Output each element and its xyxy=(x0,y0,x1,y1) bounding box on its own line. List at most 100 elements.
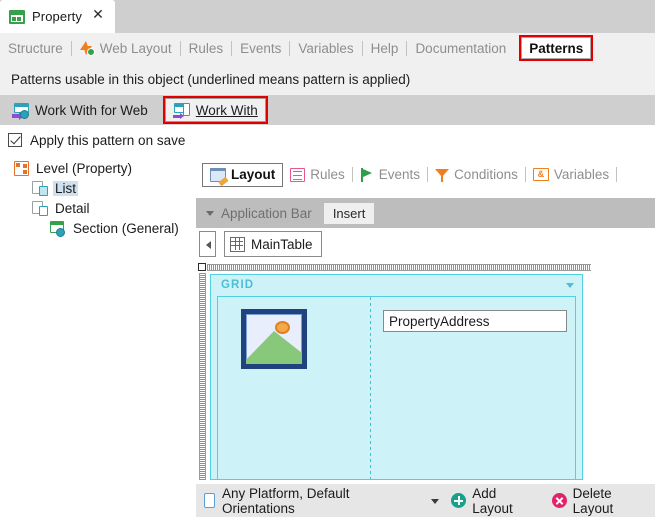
add-layout-label: Add Layout xyxy=(472,485,513,516)
document-tab-strip: Property ✕ xyxy=(0,0,655,33)
pattern-chooser-bar: Work With for Web Work With xyxy=(0,95,655,125)
rules-icon xyxy=(290,167,306,182)
node-list-icon xyxy=(32,180,48,196)
apply-on-save-label: Apply this pattern on save xyxy=(30,132,186,148)
tab-variables[interactable]: Variables xyxy=(290,33,361,63)
design-canvas: GRID PropertyAddress xyxy=(196,262,655,484)
delete-layout-label: Delete Layout xyxy=(572,485,614,516)
tab-web-layout-label: Web Layout xyxy=(99,40,172,56)
table-green-icon xyxy=(9,9,25,24)
work-with-icon xyxy=(172,102,190,119)
tab-editor-variables[interactable]: & Variables xyxy=(526,163,616,187)
apply-on-save-checkbox[interactable] xyxy=(8,133,22,147)
main-table-label: MainTable xyxy=(251,236,313,252)
chevron-down-icon[interactable] xyxy=(206,210,214,216)
tab-rules-label: Rules xyxy=(188,40,224,56)
application-bar-title: Application Bar xyxy=(221,205,312,221)
tree-item-section-general-label: Section (General) xyxy=(73,220,179,236)
canvas-corner-handle[interactable] xyxy=(198,263,206,271)
tab-layout-label: Layout xyxy=(231,167,276,182)
editor-tab-bar: Layout Rules Events Conditions & Variabl… xyxy=(196,158,655,191)
work-with-for-web-icon xyxy=(12,102,29,120)
tree-item-list-label: List xyxy=(53,180,79,196)
document-tab-label: Property xyxy=(32,9,82,24)
phone-icon xyxy=(204,493,215,508)
insert-button[interactable]: Insert xyxy=(323,202,375,224)
patterns-description-text: Patterns usable in this object (underlin… xyxy=(11,71,411,87)
apply-on-save-row: Apply this pattern on save xyxy=(0,125,655,155)
grid-control[interactable]: GRID PropertyAddress xyxy=(210,274,583,480)
tab-events-label: Events xyxy=(240,40,282,56)
tab-rules[interactable]: Rules xyxy=(181,33,232,63)
plus-circle-icon xyxy=(451,493,467,508)
grid-title: GRID xyxy=(221,279,255,291)
tree-item-level-label: Level (Property) xyxy=(36,160,133,176)
events-flag-icon xyxy=(360,167,374,182)
tab-editor-conditions[interactable]: Conditions xyxy=(428,163,525,187)
section-icon xyxy=(50,220,66,237)
table-icon xyxy=(230,236,245,252)
tab-layout[interactable]: Layout xyxy=(202,162,284,187)
tab-variables-label: Variables xyxy=(298,40,354,56)
grid-body: PropertyAddress xyxy=(217,296,576,479)
tree-item-detail-label: Detail xyxy=(55,200,90,216)
tab-events[interactable]: Events xyxy=(232,33,289,63)
editor-tab-separator xyxy=(616,167,618,182)
tab-patterns[interactable]: Patterns xyxy=(519,35,594,61)
tab-help[interactable]: Help xyxy=(363,33,407,63)
tab-structure[interactable]: Structure xyxy=(0,33,71,63)
node-detail-icon xyxy=(32,200,48,216)
grid-column-image xyxy=(218,297,370,479)
property-address-field[interactable]: PropertyAddress xyxy=(383,310,567,332)
tab-help-label: Help xyxy=(370,40,399,56)
tree-item-detail[interactable]: Detail xyxy=(0,198,196,218)
layout-footer-bar: Any Platform, Default Orientations Add L… xyxy=(196,484,655,517)
pattern-work-with-for-web-label: Work With for Web xyxy=(35,102,148,118)
grid-column-field: PropertyAddress xyxy=(371,297,575,479)
close-icon[interactable]: ✕ xyxy=(92,7,104,21)
pattern-work-with[interactable]: Work With xyxy=(162,96,268,124)
delete-layout-button[interactable]: Delete Layout xyxy=(551,485,655,516)
tab-editor-conditions-label: Conditions xyxy=(454,167,518,182)
horizontal-ruler xyxy=(207,264,591,271)
image-placeholder-icon[interactable] xyxy=(241,309,307,369)
grid-header: GRID xyxy=(211,275,582,295)
main-table-button[interactable]: MainTable xyxy=(224,231,322,257)
tab-web-layout[interactable]: Web Layout xyxy=(72,33,180,63)
tab-documentation-label: Documentation xyxy=(415,40,507,56)
tab-editor-rules-label: Rules xyxy=(310,167,345,182)
tree-item-level[interactable]: Level (Property) xyxy=(0,158,196,178)
tree-item-section-general[interactable]: Section (General) xyxy=(0,218,196,238)
chevron-down-icon[interactable] xyxy=(566,282,574,288)
level-icon xyxy=(14,160,29,176)
tab-patterns-label: Patterns xyxy=(529,40,584,56)
application-bar-strip: Application Bar Insert xyxy=(196,198,655,228)
tab-editor-rules[interactable]: Rules xyxy=(283,163,352,187)
main-table-row: MainTable xyxy=(196,228,655,260)
patterns-description: Patterns usable in this object (underlin… xyxy=(0,63,655,95)
tab-structure-label: Structure xyxy=(8,40,63,56)
pattern-work-with-label: Work With xyxy=(195,102,258,118)
add-layout-button[interactable]: Add Layout xyxy=(451,486,539,516)
conditions-funnel-icon xyxy=(435,168,450,182)
layout-icon xyxy=(210,167,226,182)
tab-documentation[interactable]: Documentation xyxy=(407,33,514,63)
platform-orientation-label: Any Platform, Default Orientations xyxy=(222,485,350,516)
document-tab-property[interactable]: Property ✕ xyxy=(0,0,115,33)
object-tab-bar: Structure Web Layout Rules Events Variab… xyxy=(0,33,655,63)
collapse-left-icon[interactable] xyxy=(199,231,216,257)
tab-editor-events[interactable]: Events xyxy=(353,163,427,187)
variables-icon: & xyxy=(532,168,549,181)
property-address-field-value: PropertyAddress xyxy=(389,313,490,329)
web-layout-icon xyxy=(79,40,95,56)
close-circle-icon xyxy=(551,493,567,508)
layout-editor-pane: Layout Rules Events Conditions & Variabl… xyxy=(196,158,655,517)
chevron-down-icon[interactable] xyxy=(431,499,440,504)
tab-editor-variables-label: Variables xyxy=(553,167,610,182)
pattern-work-with-for-web[interactable]: Work With for Web xyxy=(5,98,155,122)
mountain-shape xyxy=(246,331,302,364)
vertical-ruler xyxy=(199,273,206,480)
tree-item-list[interactable]: List xyxy=(0,178,196,198)
patterns-editor-window: Property ✕ Structure Web Layout Rules Ev… xyxy=(0,0,655,517)
tab-editor-events-label: Events xyxy=(378,167,421,182)
